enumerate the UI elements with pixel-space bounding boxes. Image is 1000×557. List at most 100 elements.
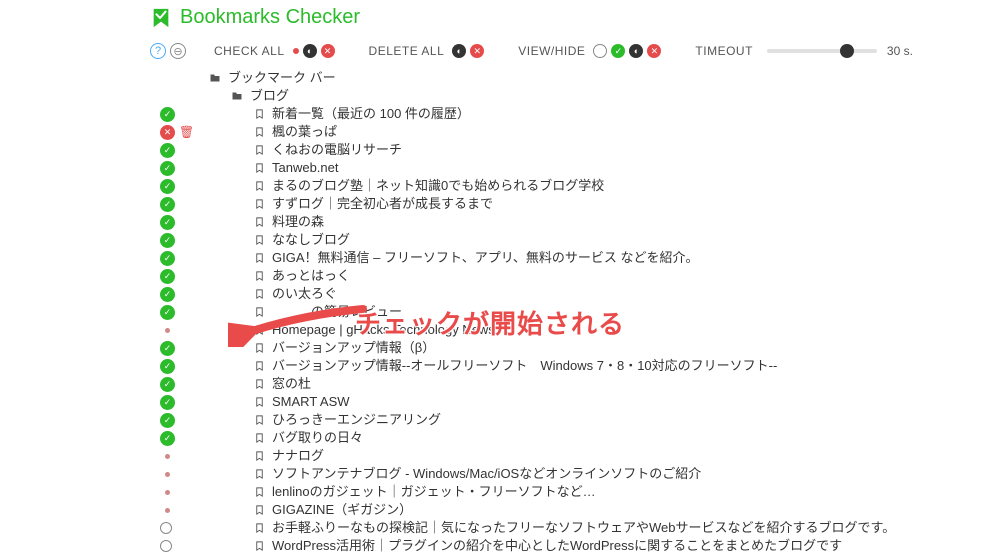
status-unchecked-icon bbox=[160, 522, 172, 534]
bookmark-row[interactable]: GIGAZINE（ギガジン） bbox=[150, 501, 1000, 519]
bookmark-row[interactable]: lenlinoのガジェット｜ガジェット・フリーソフトなど… bbox=[150, 483, 1000, 501]
bookmark-row[interactable]: ✓ Tanweb.net bbox=[150, 159, 1000, 177]
bookmark-icon bbox=[252, 414, 266, 426]
bookmark-label: くねおの電脳リサーチ bbox=[272, 141, 402, 159]
bookmark-label: 料理の森 bbox=[272, 213, 324, 231]
help-icon[interactable]: ? bbox=[150, 43, 166, 59]
bookmark-row[interactable]: ✓ すずログ｜完全初心者が成長するまで bbox=[150, 195, 1000, 213]
bookmark-icon bbox=[252, 252, 266, 264]
app-logo-icon bbox=[150, 7, 172, 29]
timeout-slider[interactable] bbox=[767, 49, 877, 53]
annotation-arrow-icon bbox=[228, 303, 368, 347]
error-icon[interactable]: ✕ bbox=[470, 44, 484, 58]
bookmark-row[interactable]: ✓くねおの電脳リサーチ bbox=[150, 141, 1000, 159]
clock-icon[interactable]: ◐ bbox=[629, 44, 643, 58]
bookmark-row[interactable]: ✓新着一覧（最近の 100 件の履歴） bbox=[150, 105, 1000, 123]
status-ok-icon: ✓ bbox=[160, 233, 175, 248]
bookmark-row[interactable]: ✓ バグ取りの日々 bbox=[150, 429, 1000, 447]
folder-label: ブログ bbox=[250, 87, 289, 105]
annotation-text: チェックが開始される bbox=[355, 304, 625, 341]
bookmark-label: バグ取りの日々 bbox=[272, 429, 363, 447]
toolbar: ? ⊖ CHECK ALL ◐ ✕ DELETE ALL ◐ ✕ VIEW/HI… bbox=[0, 39, 1000, 67]
status-ok-icon: ✓ bbox=[160, 287, 175, 302]
status-ok-icon: ✓ bbox=[160, 161, 175, 176]
status-dot-icon[interactable] bbox=[293, 48, 299, 54]
bookmark-icon bbox=[252, 288, 266, 300]
bookmark-label: WordPress活用術｜プラグインの紹介を中心としたWordPressに関する… bbox=[272, 537, 842, 555]
folder-row[interactable]: ブックマーク バー bbox=[150, 69, 1000, 87]
check-all-group: CHECK ALL ◐ ✕ bbox=[214, 44, 335, 58]
view-hide-button[interactable]: VIEW/HIDE bbox=[518, 44, 585, 58]
bookmark-row[interactable]: ✓ ななしブログ bbox=[150, 231, 1000, 249]
bookmark-row[interactable]: ナナログ bbox=[150, 447, 1000, 465]
clock-icon[interactable]: ◐ bbox=[452, 44, 466, 58]
status-pending-icon bbox=[165, 454, 170, 459]
ring-icon[interactable] bbox=[593, 44, 607, 58]
bookmark-row[interactable]: ✓ GIGA！無料通信 – フリーソフト、アプリ、無料のサービス などを紹介。 bbox=[150, 249, 1000, 267]
folder-row[interactable]: ブログ bbox=[150, 87, 1000, 105]
status-pending-icon bbox=[165, 328, 170, 333]
bookmark-label: Tanweb.net bbox=[272, 159, 339, 177]
bookmark-row[interactable]: ✕🗑楓の葉っぱ bbox=[150, 123, 1000, 141]
bookmark-icon bbox=[252, 216, 266, 228]
error-icon[interactable]: ✕ bbox=[321, 44, 335, 58]
timeout-value: 30 s. bbox=[887, 44, 913, 58]
ok-icon[interactable]: ✓ bbox=[611, 44, 625, 58]
status-ok-icon: ✓ bbox=[160, 251, 175, 266]
status-ok-icon: ✓ bbox=[160, 197, 175, 212]
status-pending-icon bbox=[165, 508, 170, 513]
status-unchecked-icon bbox=[160, 540, 172, 552]
bookmark-row[interactable]: WordPress活用術｜プラグインの紹介を中心としたWordPressに関する… bbox=[150, 537, 1000, 555]
bookmark-label: GIGA！無料通信 – フリーソフト、アプリ、無料のサービス などを紹介。 bbox=[272, 249, 699, 267]
status-ok-icon: ✓ bbox=[160, 431, 175, 446]
bookmark-icon bbox=[252, 162, 266, 174]
bookmark-icon bbox=[252, 504, 266, 516]
bookmark-label: 窓の杜 bbox=[272, 375, 311, 393]
bookmark-row[interactable]: お手軽ふりーなもの探検記｜気になったフリーなソフトウェアやWebサービスなどを紹… bbox=[150, 519, 1000, 537]
bookmark-row[interactable]: ✓ あっとはっく bbox=[150, 267, 1000, 285]
expand-collapse-icon[interactable]: ⊖ bbox=[170, 43, 186, 59]
bookmark-icon bbox=[252, 198, 266, 210]
bookmark-label: lenlinoのガジェット｜ガジェット・フリーソフトなど… bbox=[272, 483, 596, 501]
status-ok-icon: ✓ bbox=[160, 269, 175, 284]
folder-icon bbox=[230, 90, 244, 102]
bookmark-icon bbox=[252, 378, 266, 390]
delete-all-button[interactable]: DELETE ALL bbox=[369, 44, 445, 58]
bookmark-row[interactable]: ✓ 料理の森 bbox=[150, 213, 1000, 231]
bookmark-label: すずログ｜完全初心者が成長するまで bbox=[272, 195, 493, 213]
app-title: Bookmarks Checker bbox=[180, 6, 360, 29]
status-ok-icon: ✓ bbox=[160, 107, 175, 122]
bookmark-label: SMART ASW bbox=[272, 393, 350, 411]
bookmark-row[interactable]: ✓SMART ASW bbox=[150, 393, 1000, 411]
bookmark-icon bbox=[252, 540, 266, 552]
bookmark-icon bbox=[252, 108, 266, 120]
app-header: Bookmarks Checker bbox=[0, 0, 1000, 39]
bookmark-row[interactable]: ✓バージョンアップ情報--オールフリーソフト Windows 7・8・10対応の… bbox=[150, 357, 1000, 375]
bookmark-icon bbox=[252, 270, 266, 282]
bookmark-icon bbox=[252, 234, 266, 246]
bookmark-icon bbox=[252, 180, 266, 192]
error-icon[interactable]: ✕ bbox=[647, 44, 661, 58]
bookmark-icon bbox=[252, 468, 266, 480]
bookmark-icon bbox=[252, 126, 266, 138]
status-ok-icon: ✓ bbox=[160, 215, 175, 230]
bookmark-row[interactable]: ✓窓の杜 bbox=[150, 375, 1000, 393]
timeout-group: TIMEOUT 30 s. bbox=[695, 44, 913, 58]
slider-knob-icon[interactable] bbox=[840, 44, 854, 58]
check-all-button[interactable]: CHECK ALL bbox=[214, 44, 285, 58]
timeout-label: TIMEOUT bbox=[695, 44, 753, 58]
bookmark-row[interactable]: ✓ のい太ろぐ bbox=[150, 285, 1000, 303]
bookmark-label: のい太ろぐ bbox=[272, 285, 337, 303]
bookmark-row[interactable]: ✓ひろっきーエンジニアリング bbox=[150, 411, 1000, 429]
clock-icon[interactable]: ◐ bbox=[303, 44, 317, 58]
bookmark-icon bbox=[252, 522, 266, 534]
bookmark-label: ナナログ bbox=[272, 447, 324, 465]
bookmark-label: ななしブログ bbox=[272, 231, 350, 249]
bookmark-label: あっとはっく bbox=[272, 267, 350, 285]
bookmark-row[interactable]: ソフトアンテナブログ - Windows/Mac/iOSなどオンラインソフトのご… bbox=[150, 465, 1000, 483]
bookmark-label: ソフトアンテナブログ - Windows/Mac/iOSなどオンラインソフトのご… bbox=[272, 465, 701, 483]
view-hide-group: VIEW/HIDE ✓ ◐ ✕ bbox=[518, 44, 661, 58]
trash-icon[interactable]: 🗑 bbox=[179, 123, 194, 141]
status-ok-icon: ✓ bbox=[160, 341, 175, 356]
bookmark-row[interactable]: ✓まるのブログ塾｜ネット知識0でも始められるブログ学校 bbox=[150, 177, 1000, 195]
